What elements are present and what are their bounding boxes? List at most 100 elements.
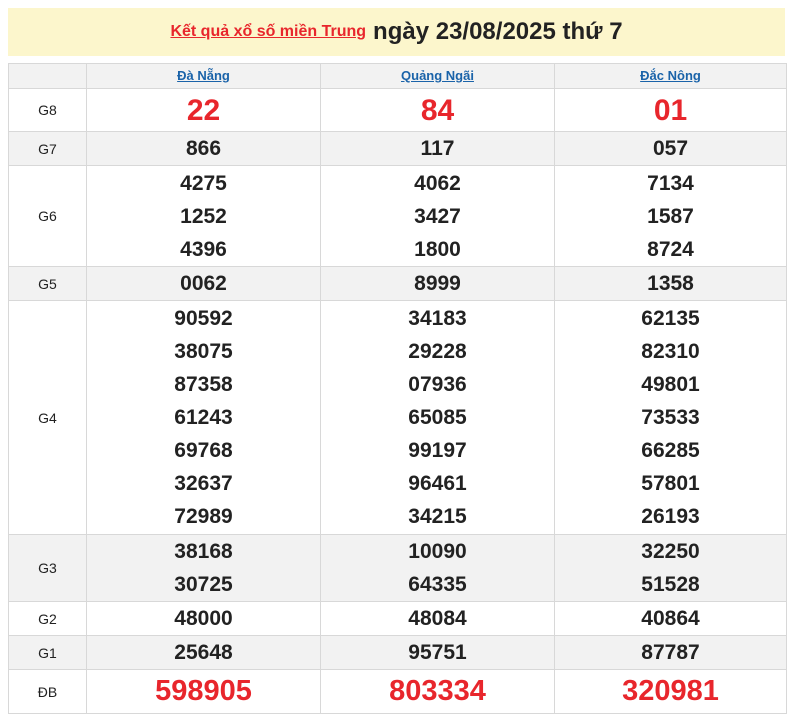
result-number: 49801 [641,373,700,396]
province-header: Đà Nẵng [86,63,321,89]
result-number: 4062 [414,171,461,195]
result-cell: 4275 1252 4396 [86,165,321,267]
result-number: 07936 [408,373,467,396]
prize-row: G4 90592 38075 87358 61243 69768 32637 72989 341… [8,300,787,535]
result-number: 30725 [174,573,233,596]
prize-label: G3 [8,534,87,602]
result-number: 38168 [174,540,233,563]
result-number: 40864 [641,607,700,630]
result-number: 8724 [647,237,694,261]
result-number: 57801 [641,472,700,495]
result-number: 117 [420,137,455,160]
result-cell: 38168 30725 [86,534,321,602]
province-link[interactable]: Đắc Nông [640,68,701,83]
result-cell: 48000 [86,601,321,636]
result-number: 73533 [641,406,700,429]
province-header: Quảng Ngãi [320,63,555,89]
prize-label: G8 [8,88,87,132]
jackpot-number: 320981 [622,675,719,707]
result-number: 64335 [408,573,467,596]
result-number: 7134 [647,171,694,195]
result-number: 22 [186,93,221,127]
result-cell: 0062 [86,266,321,301]
result-cell: 25648 [86,635,321,670]
result-number: 32250 [641,540,700,563]
prize-row: G6 4275 1252 4396 4062 3427 1800 7134 1587 8724 [8,165,787,267]
prize-label: G7 [8,131,87,166]
result-number: 96461 [408,472,467,495]
result-number: 8999 [414,272,461,295]
jackpot-number: 598905 [155,675,252,707]
result-cell: 1358 [554,266,787,301]
result-number: 38075 [174,340,233,363]
result-number: 32637 [174,472,233,495]
result-cell: 87787 [554,635,787,670]
province-header: Đắc Nông [554,63,787,89]
result-number: 87787 [641,641,700,664]
province-link[interactable]: Đà Nẵng [177,68,230,83]
result-number: 48000 [174,607,233,630]
result-cell: 320981 [554,669,787,714]
result-cell: 40864 [554,601,787,636]
result-number: 1587 [647,204,694,228]
result-number: 25648 [174,641,233,664]
result-number: 51528 [641,573,700,596]
result-number: 62135 [641,307,700,330]
result-cell: 057 [554,131,787,166]
result-cell: 8999 [320,266,555,301]
result-number: 29228 [408,340,467,363]
result-number: 0062 [180,272,227,295]
result-number: 95751 [408,641,467,664]
result-cell: 866 [86,131,321,166]
prize-row: G8 22 84 01 [8,88,787,132]
result-cell: 95751 [320,635,555,670]
result-number: 90592 [174,307,233,330]
result-cell: 10090 64335 [320,534,555,602]
prize-label: ĐB [8,669,87,714]
result-cell: 48084 [320,601,555,636]
result-number: 1252 [180,204,227,228]
result-cell: 803334 [320,669,555,714]
result-number: 99197 [408,439,467,462]
result-number: 87358 [174,373,233,396]
lottery-results-page: Kết quả xổ số miền Trung ngày 23/08/2025… [0,0,791,714]
result-number: 69768 [174,439,233,462]
prize-label: G6 [8,165,87,267]
result-number: 01 [653,93,688,127]
result-cell: 01 [554,88,787,132]
result-number: 4275 [180,171,227,195]
result-number: 4396 [180,237,227,261]
result-number: 66285 [641,439,700,462]
result-number: 48084 [408,607,467,630]
result-cell: 90592 38075 87358 61243 69768 32637 72989 [86,300,321,535]
prize-row: ĐB 598905 803334 320981 [8,669,787,714]
result-cell: 62135 82310 49801 73533 66285 57801 26193 [554,300,787,535]
prize-row: G7 866 117 057 [8,131,787,166]
result-number: 10090 [408,540,467,563]
result-number: 82310 [641,340,700,363]
results-title-link[interactable]: Kết quả xổ số miền Trung [170,23,366,41]
result-number: 84 [420,93,455,127]
prize-label: G4 [8,300,87,535]
province-header-row: Đà Nẵng Quảng Ngãi Đắc Nông [8,63,787,89]
prize-label: G5 [8,266,87,301]
result-number: 34183 [408,307,467,330]
prize-label: G2 [8,601,87,636]
prize-column-header [8,63,87,89]
result-number: 3427 [414,204,461,228]
result-number: 61243 [174,406,233,429]
results-table: Đà Nẵng Quảng Ngãi Đắc Nông G8 22 84 01 G7 86… [8,63,787,714]
result-cell: 84 [320,88,555,132]
result-cell: 34183 29228 07936 65085 99197 96461 34215 [320,300,555,535]
prize-row: G1 25648 95751 87787 [8,635,787,670]
result-number: 26193 [641,505,700,528]
prize-label: G1 [8,635,87,670]
draw-date: ngày 23/08/2025 thứ 7 [373,18,623,45]
result-cell: 7134 1587 8724 [554,165,787,267]
result-number: 34215 [408,505,467,528]
result-cell: 598905 [86,669,321,714]
result-number: 72989 [174,505,233,528]
results-header: Kết quả xổ số miền Trung ngày 23/08/2025… [8,8,785,56]
province-link[interactable]: Quảng Ngãi [401,68,474,83]
prize-row: G2 48000 48084 40864 [8,601,787,636]
